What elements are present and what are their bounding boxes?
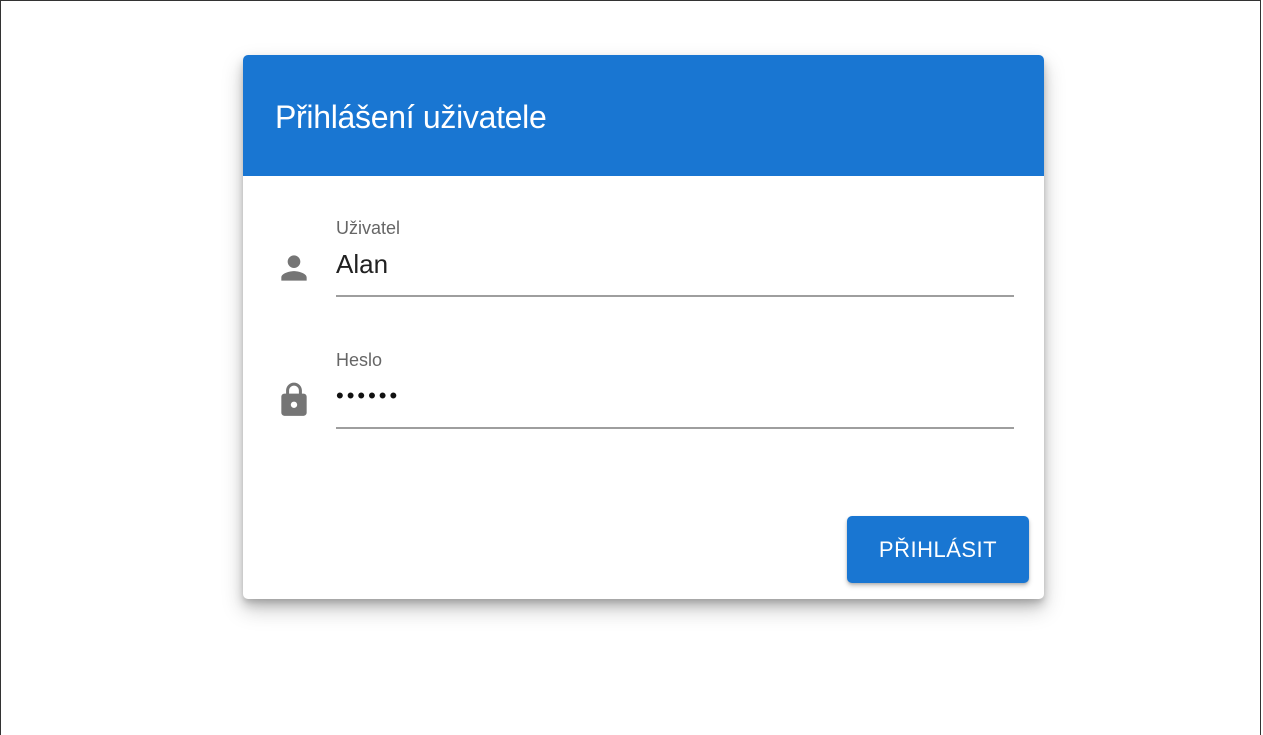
card-title: Přihlášení uživatele: [275, 99, 547, 135]
person-icon: [275, 249, 313, 287]
login-button[interactable]: PŘIHLÁSIT: [847, 516, 1029, 583]
username-label: Uživatel: [336, 218, 401, 238]
username-underline: [336, 295, 1014, 297]
page-viewport: Přihlášení uživatele Uživatel Heslo PŘIH…: [0, 0, 1261, 735]
password-input[interactable]: [336, 379, 1014, 413]
card-header: Přihlášení uživatele: [243, 55, 1044, 176]
password-label: Heslo: [336, 350, 383, 370]
login-card: Přihlášení uživatele Uživatel Heslo PŘIH…: [243, 55, 1044, 599]
password-field: Heslo: [243, 345, 1044, 435]
lock-icon: [275, 381, 313, 419]
username-field: Uživatel: [243, 213, 1044, 303]
password-underline: [336, 427, 1014, 429]
username-input[interactable]: [336, 247, 1014, 281]
